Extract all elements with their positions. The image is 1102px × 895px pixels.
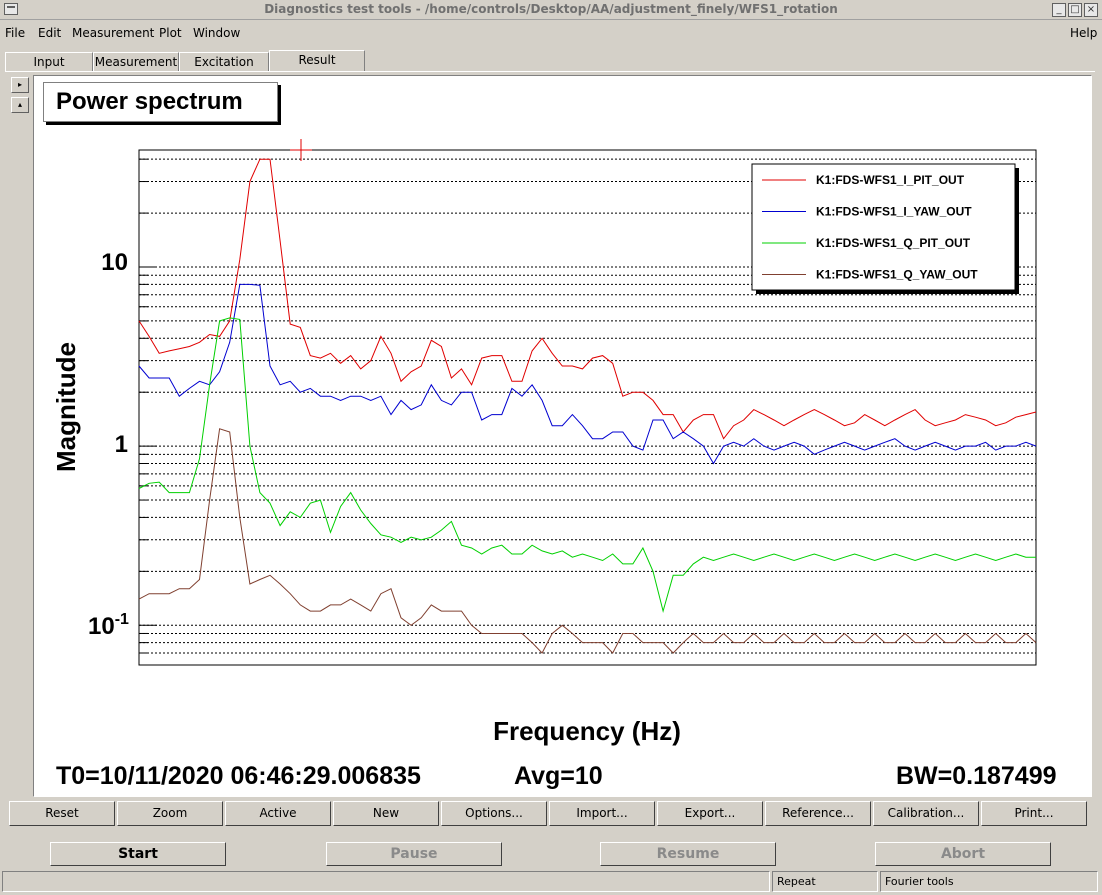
export-button[interactable]: Export...: [657, 801, 763, 826]
legend-label: K1:FDS-WFS1_Q_YAW_OUT: [816, 268, 978, 282]
new-button[interactable]: New: [333, 801, 439, 826]
ytick-label-10: 10: [101, 249, 128, 276]
calibration-button[interactable]: Calibration...: [873, 801, 979, 826]
import-button[interactable]: Import...: [549, 801, 655, 826]
ytick-label-0.1: 10-1: [88, 611, 129, 640]
pause-button[interactable]: Pause: [326, 842, 502, 866]
power-spectrum-plot[interactable]: 10 1 10-1 Frequency (Hz) Magnitude K1:FD…: [0, 0, 1102, 895]
y-axis-title: Magnitude: [51, 342, 81, 472]
start-button[interactable]: Start: [50, 842, 226, 866]
bw-label: BW=0.187499: [896, 762, 1057, 790]
series-line-3: [138, 428, 1037, 654]
status-bar: Repeat Fourier tools: [0, 871, 1102, 892]
legend-label: K1:FDS-WFS1_I_YAW_OUT: [816, 205, 972, 219]
t0-label: T0=10/11/2020 06:46:29.006835: [56, 762, 421, 790]
status-mode: Repeat: [772, 871, 878, 892]
series-line-2: [138, 317, 1036, 614]
zoom-button[interactable]: Zoom: [117, 801, 223, 826]
reset-button[interactable]: Reset: [9, 801, 115, 826]
print-button[interactable]: Print...: [981, 801, 1087, 826]
plot-title-box[interactable]: Power spectrum: [43, 82, 278, 122]
reference-button[interactable]: Reference...: [765, 801, 871, 826]
legend-label: K1:FDS-WFS1_Q_PIT_OUT: [816, 236, 971, 250]
legend-label: K1:FDS-WFS1_I_PIT_OUT: [816, 173, 965, 187]
avg-label: Avg=10: [514, 762, 603, 790]
resume-button[interactable]: Resume: [600, 842, 776, 866]
abort-button[interactable]: Abort: [875, 842, 1051, 866]
status-cell-main: [2, 871, 770, 892]
options-button[interactable]: Options...: [441, 801, 547, 826]
plot-toolbar: Reset Zoom Active New Options... Import.…: [9, 801, 1089, 826]
status-app: Fourier tools: [880, 871, 1098, 892]
ytick-label-1: 1: [115, 431, 128, 458]
peak-marker: [290, 139, 312, 161]
active-button[interactable]: Active: [225, 801, 331, 826]
series-line-1: [138, 283, 1037, 465]
plot-title: Power spectrum: [56, 88, 243, 115]
x-axis-title: Frequency (Hz): [493, 716, 681, 746]
